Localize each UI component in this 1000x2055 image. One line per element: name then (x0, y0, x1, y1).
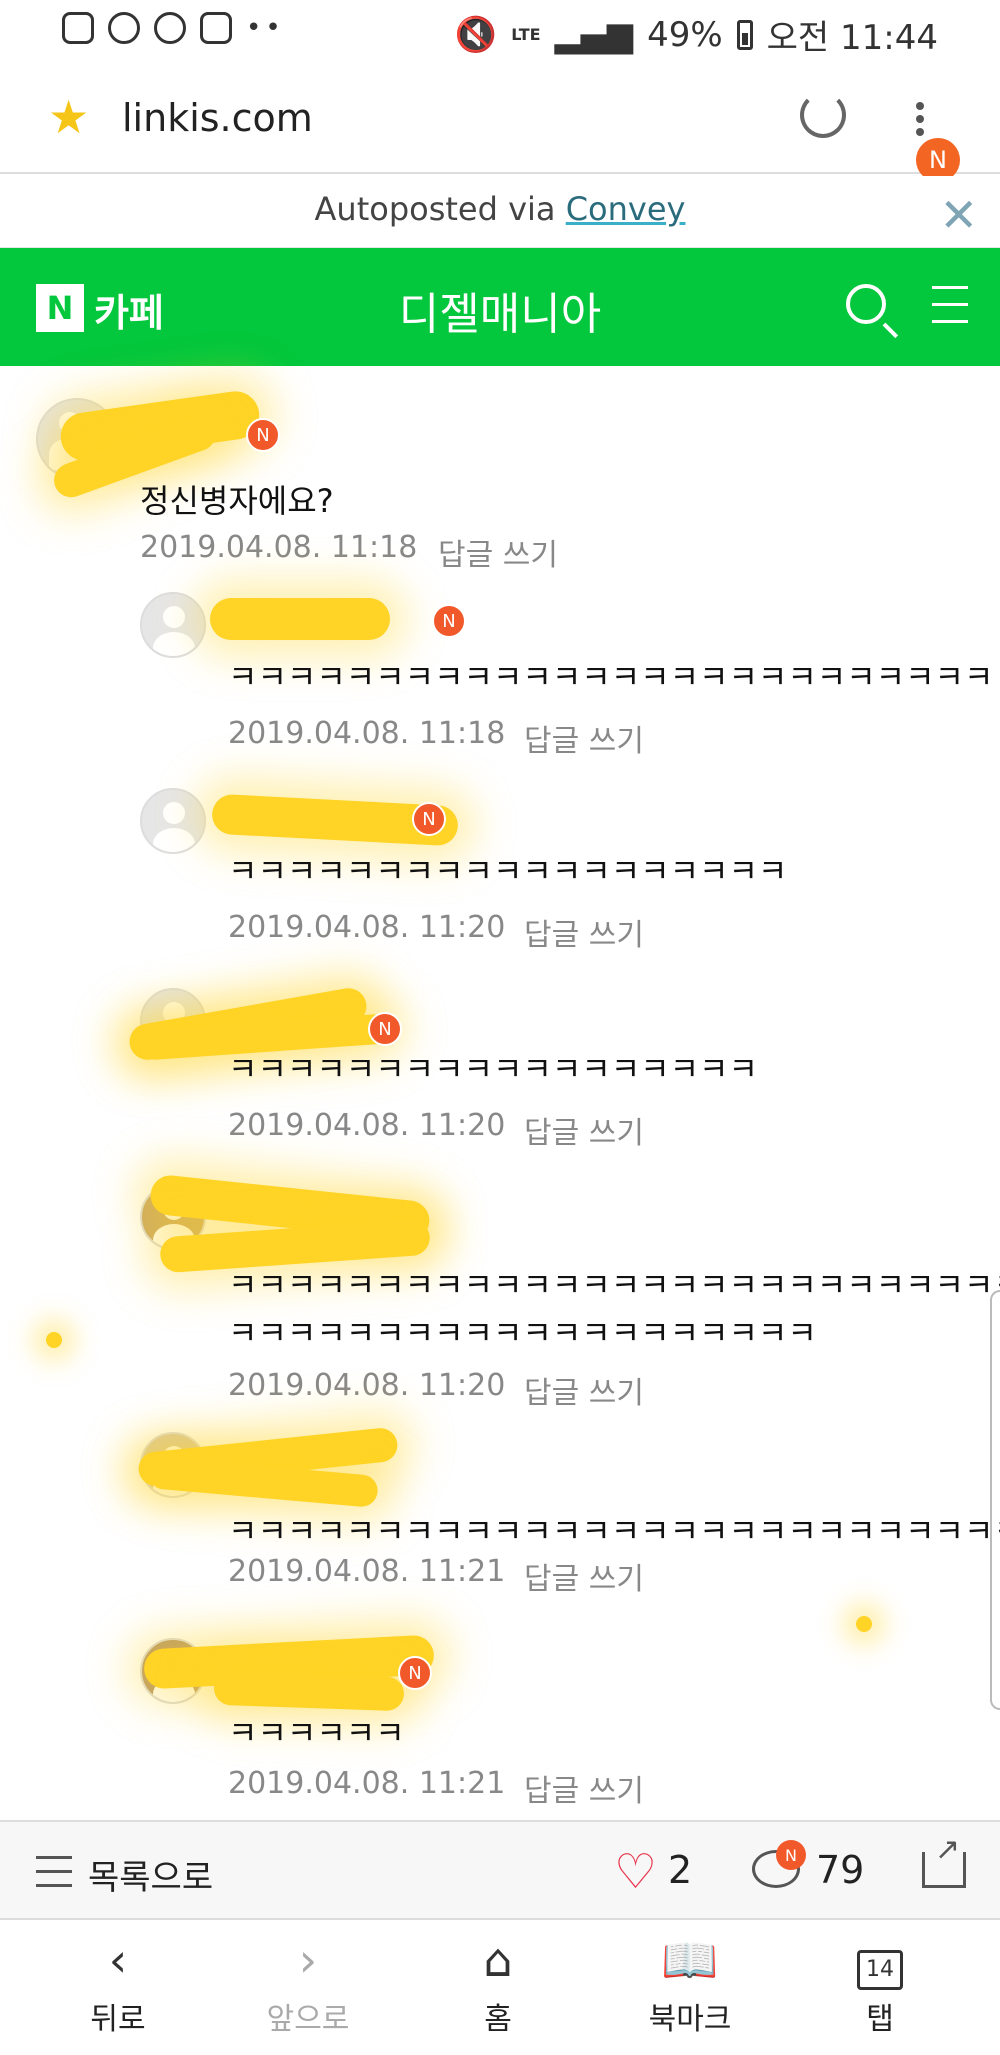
reply-link[interactable]: 답글 쓰기 (524, 910, 644, 954)
bookmarks-button[interactable]: 📖 북마크 (620, 1930, 760, 2038)
more-notifications-icon: •• (246, 13, 285, 43)
app-notification-icon (62, 12, 94, 44)
back-to-list-button[interactable]: 목록으로 (88, 1850, 213, 1899)
comment-item: ㅋㅋㅋㅋㅋㅋㅋㅋㅋㅋㅋㅋㅋㅋㅋㅋㅋㅋㅋㅋㅋㅋㅋㅋㅋㅋㅋ ㅋㅋㅋㅋㅋㅋㅋㅋㅋㅋㅋㅋ… (0, 1173, 1000, 1411)
comment-text: ㅋㅋㅋㅋㅋㅋㅋㅋㅋㅋㅋㅋㅋㅋㅋㅋㅋㅋㅋㅋㅋㅋㅋㅋㅋㅋㅋ (228, 1512, 1000, 1550)
hamburger-menu-icon[interactable] (932, 286, 968, 337)
redaction-blot (213, 1670, 405, 1712)
comment-text: ㅋㅋㅋㅋㅋㅋ (228, 1714, 405, 1752)
browser-menu-icon[interactable] (916, 102, 924, 142)
g-notification-icon (154, 12, 186, 44)
comment-date: 2019.04.08. 11:20 (228, 1108, 506, 1143)
comment-date: 2019.04.08. 11:21 (228, 1766, 506, 1801)
comment-date: 2019.04.08. 11:21 (228, 1554, 506, 1589)
new-badge: N (398, 1656, 432, 1690)
signal-icon: ▂▄▆ (554, 14, 634, 55)
comment-item: N ㅋㅋㅋㅋㅋㅋㅋㅋㅋㅋㅋㅋㅋㅋㅋㅋㅋㅋ 2019.04.08. 11:20 답… (0, 978, 1000, 1158)
status-bar: •• 🔇 LTE ▂▄▆ 49% 오전 11:44 (0, 0, 1000, 62)
home-icon: ⌂ (483, 1933, 513, 1987)
comment-text: ㅋㅋㅋㅋㅋㅋㅋㅋㅋㅋㅋㅋㅋㅋㅋㅋㅋㅋㅋ (228, 852, 788, 890)
browser-toolbar: ★ linkis.com N (0, 62, 1000, 182)
cafe-header: N 카페 디젤매니아 (0, 248, 1000, 366)
comment-item: N ㅋㅋㅋㅋㅋㅋㅋㅋㅋㅋㅋㅋㅋㅋㅋㅋㅋㅋㅋㅋㅋㅋㅋㅋㅋㅋ 2019.04.08.… (0, 586, 1000, 766)
comment-item: ㅋㅋㅋㅋㅋㅋㅋㅋㅋㅋㅋㅋㅋㅋㅋㅋㅋㅋㅋㅋㅋㅋㅋㅋㅋㅋㅋ 2019.04.08. … (0, 1422, 1000, 1602)
reply-link[interactable]: 답글 쓰기 (524, 1368, 644, 1412)
comment-date: 2019.04.08. 11:20 (228, 1368, 506, 1403)
side-scroll-handle[interactable] (990, 1290, 1000, 1710)
avatar[interactable] (140, 788, 206, 854)
redaction-dot (46, 1332, 62, 1348)
comment-text: ㅋㅋㅋㅋㅋㅋㅋㅋㅋㅋㅋㅋㅋㅋㅋㅋㅋㅋㅋㅋㅋㅋㅋㅋㅋㅋㅋ (228, 1266, 1000, 1304)
system-status: 🔇 LTE ▂▄▆ 49% 오전 11:44 (455, 10, 938, 59)
bookmark-star-icon[interactable]: ★ (48, 90, 89, 144)
chevron-right-icon: › (298, 1933, 318, 1987)
reply-link[interactable]: 답글 쓰기 (524, 1554, 644, 1598)
forward-label: 앞으로 (266, 2002, 350, 2037)
bag-notification-icon (200, 12, 232, 44)
comment-text-line2: ㅋㅋㅋㅋㅋㅋㅋㅋㅋㅋㅋㅋㅋㅋㅋㅋㅋㅋㅋㅋ (228, 1314, 817, 1352)
forward-button[interactable]: › 앞으로 (238, 1930, 378, 2038)
browser-bottom-nav: ‹ 뒤로 › 앞으로 ⌂ 홈 📖 북마크 14 탭 (0, 1920, 1000, 2055)
convey-banner: Autoposted via Convey ✕ (0, 176, 1000, 248)
chevron-left-icon: ‹ (108, 1933, 128, 1987)
share-icon[interactable] (922, 1832, 966, 1888)
convey-text: Autoposted via Convey (0, 190, 1000, 228)
network-type: LTE (511, 25, 541, 44)
close-icon[interactable]: ✕ (939, 188, 978, 242)
reply-link[interactable]: 답글 쓰기 (524, 716, 644, 760)
reply-link[interactable]: 답글 쓰기 (438, 530, 558, 574)
comment-date: 2019.04.08. 11:20 (228, 910, 506, 945)
search-icon[interactable] (846, 284, 886, 324)
convey-link[interactable]: Convey (566, 190, 686, 228)
mute-icon: 🔇 (454, 14, 498, 55)
heart-icon[interactable]: ♡ (614, 1844, 657, 1900)
home-button[interactable]: ⌂ 홈 (428, 1930, 568, 2038)
battery-icon (736, 19, 753, 50)
new-badge: N (432, 604, 466, 638)
comment-text: ㅋㅋㅋㅋㅋㅋㅋㅋㅋㅋㅋㅋㅋㅋㅋㅋㅋㅋ (228, 1050, 758, 1088)
tabs-label: 탭 (866, 2002, 894, 2037)
back-button[interactable]: ‹ 뒤로 (48, 1930, 188, 2038)
convey-prefix: Autoposted via (314, 190, 566, 228)
new-badge: N (412, 802, 446, 836)
comment-item: N ㅋㅋㅋㅋㅋㅋ 2019.04.08. 11:21 답글 쓰기 (0, 1616, 1000, 1809)
battery-percent: 49% (647, 14, 723, 55)
tabs-button[interactable]: 14 탭 (810, 1930, 950, 2038)
comment-text: 정신병자에요? (140, 482, 334, 520)
new-badge: N (246, 418, 280, 452)
post-action-bar: 목록으로 ♡ 2 N 79 (0, 1820, 1000, 1920)
list-icon[interactable] (36, 1856, 72, 1898)
planet-notification-icon (108, 12, 140, 44)
comment-date: 2019.04.08. 11:18 (140, 530, 418, 565)
tabs-count: 14 (857, 1950, 903, 1990)
new-badge: N (368, 1012, 402, 1046)
clock: 오전 11:44 (766, 18, 938, 58)
reload-icon[interactable] (800, 92, 846, 138)
bookmarks-label: 북마크 (648, 2002, 732, 2037)
home-label: 홈 (484, 2002, 512, 2037)
comment-item: N 정신병자에요? 2019.04.08. 11:18 답글 쓰기 (0, 366, 1000, 573)
back-label: 뒤로 (90, 2002, 146, 2037)
avatar[interactable] (140, 592, 206, 658)
comment-date: 2019.04.08. 11:18 (228, 716, 506, 751)
comment-item: N ㅋㅋㅋㅋㅋㅋㅋㅋㅋㅋㅋㅋㅋㅋㅋㅋㅋㅋㅋ 2019.04.08. 11:20 … (0, 782, 1000, 962)
notification-icons: •• (62, 12, 285, 44)
comment-count: 79 (816, 1848, 865, 1892)
redaction-blot (210, 598, 390, 640)
comment-new-badge: N (776, 1840, 806, 1870)
comment-list: N 정신병자에요? 2019.04.08. 11:18 답글 쓰기 N ㅋㅋㅋㅋ… (0, 366, 1000, 1820)
reply-link[interactable]: 답글 쓰기 (524, 1108, 644, 1152)
like-count: 2 (668, 1848, 693, 1892)
reply-link[interactable]: 답글 쓰기 (524, 1766, 644, 1810)
tabs-icon: 14 (810, 1930, 950, 1990)
comment-text: ㅋㅋㅋㅋㅋㅋㅋㅋㅋㅋㅋㅋㅋㅋㅋㅋㅋㅋㅋㅋㅋㅋㅋㅋㅋㅋ (228, 658, 994, 696)
url-field[interactable]: linkis.com (122, 96, 313, 140)
book-icon: 📖 (661, 1933, 719, 1987)
